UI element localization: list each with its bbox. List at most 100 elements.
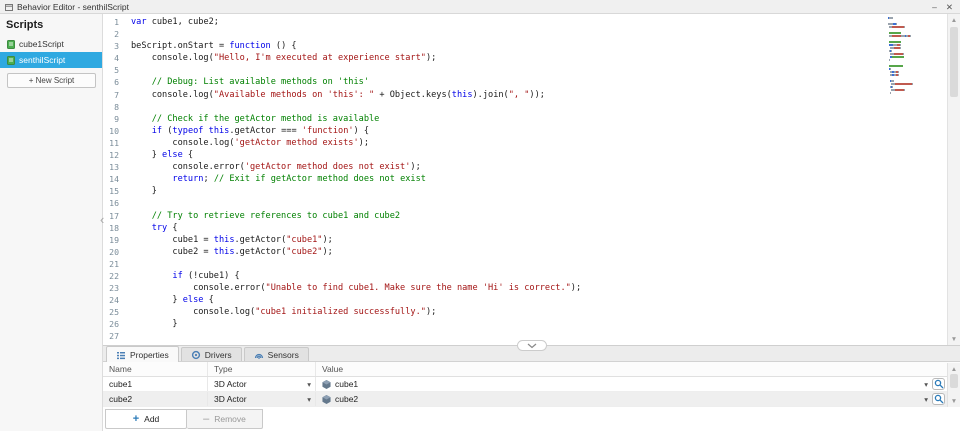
- code-line: 4 console.log("Hello, I'm executed at ex…: [103, 52, 947, 64]
- panel-scrollbar[interactable]: ▲ ▼: [947, 363, 960, 407]
- minimize-button[interactable]: –: [932, 1, 937, 13]
- scrollbar-thumb[interactable]: [950, 27, 958, 97]
- line-number: 17: [109, 210, 119, 221]
- plus-icon: +: [132, 413, 140, 425]
- drivers-icon: [191, 350, 201, 360]
- code-line: 24 } else {: [103, 294, 947, 306]
- new-script-button[interactable]: + New Script: [7, 73, 96, 88]
- line-number: 24: [109, 295, 119, 306]
- scroll-down-icon[interactable]: ▼: [948, 395, 960, 407]
- value-dropdown-value: cube1: [335, 379, 359, 389]
- code-line: 5: [103, 64, 947, 76]
- type-dropdown[interactable]: 3D Actor ▾: [214, 394, 315, 404]
- panel-actions: + Add – Remove: [103, 409, 960, 429]
- scroll-up-icon[interactable]: ▲: [948, 14, 960, 26]
- code-line: 10 if (typeof this.getActor === 'functio…: [103, 125, 947, 137]
- pick-actor-button[interactable]: [932, 378, 945, 390]
- panel-collapse-handle[interactable]: [516, 340, 547, 351]
- properties-panel: Properties Drivers Sensors Name Type Value…: [103, 345, 960, 431]
- line-number: 23: [109, 283, 119, 294]
- value-dropdown[interactable]: cube2 ▾: [322, 394, 928, 404]
- line-number: 19: [109, 234, 119, 245]
- row-value-cell: cube1 ▾: [316, 377, 945, 391]
- tab-label: Properties: [130, 349, 169, 360]
- chevron-down-icon: ▾: [924, 379, 928, 389]
- sidebar-item-cube1Script[interactable]: cube1Script: [0, 36, 102, 52]
- editor-scrollbar[interactable]: ▲ ▼: [947, 14, 960, 345]
- line-number: 22: [109, 270, 119, 281]
- titlebar: Behavior Editor - senthilScript – ✕: [0, 0, 960, 14]
- app-window-icon: [5, 3, 13, 11]
- code-line-text: console.log("Available methods on 'this'…: [131, 89, 545, 100]
- code-line: 9 // Check if the getActor method is ava…: [103, 113, 947, 125]
- pick-actor-button[interactable]: [932, 393, 945, 405]
- row-type-cell: 3D Actor ▾: [208, 377, 316, 391]
- line-number: 18: [109, 222, 119, 233]
- code-line: 2: [103, 28, 947, 40]
- value-dropdown-value: cube2: [335, 394, 359, 404]
- code-line-text: try {: [151, 222, 178, 233]
- row-value-cell: cube2 ▾: [316, 392, 945, 406]
- remove-button[interactable]: – Remove: [187, 409, 263, 429]
- add-button-label: Add: [144, 414, 160, 424]
- line-number: 3: [114, 41, 119, 52]
- line-number: 13: [109, 162, 119, 173]
- minimap[interactable]: [888, 17, 914, 98]
- line-number: 25: [109, 307, 119, 318]
- code-line: 13 console.error('getActor method does n…: [103, 161, 947, 173]
- code-line-text: cube2 = this.getActor("cube2");: [131, 246, 333, 257]
- sidebar-collapse-handle[interactable]: ‹: [100, 212, 104, 227]
- tab-properties[interactable]: Properties: [106, 346, 179, 362]
- code-line: 14 return; // Exit if getActor method do…: [103, 173, 947, 185]
- table-row[interactable]: cube1 3D Actor ▾ cube1 ▾: [103, 377, 960, 392]
- value-dropdown[interactable]: cube1 ▾: [322, 379, 928, 389]
- table-row[interactable]: cube2 3D Actor ▾ cube2 ▾: [103, 392, 960, 407]
- code-line-text: }: [131, 186, 157, 197]
- script-icon: [7, 39, 15, 49]
- row-name-cell: cube1: [103, 377, 208, 391]
- code-line: 25 console.log("cube1 initialized succes…: [103, 306, 947, 318]
- script-list: cube1Script senthilScript: [0, 36, 102, 68]
- column-header-name: Name: [103, 362, 208, 376]
- sidebar-title: Scripts: [6, 19, 44, 31]
- tab-label: Drivers: [204, 349, 232, 360]
- code-line-text: if (!cube1) {: [172, 270, 240, 281]
- code-line-text: cube1 = this.getActor("cube1");: [131, 234, 333, 245]
- close-button[interactable]: ✕: [946, 1, 953, 13]
- script-label: cube1Script: [19, 39, 64, 49]
- scroll-down-icon[interactable]: ▼: [948, 333, 960, 345]
- code-line: 8: [103, 101, 947, 113]
- code-line: 23 console.error("Unable to find cube1. …: [103, 282, 947, 294]
- tab-label: Sensors: [267, 349, 299, 360]
- code-line-text: var cube1, cube2;: [131, 17, 219, 27]
- code-line-text: } else {: [131, 295, 214, 306]
- code-line-text: // Try to retrieve references to cube1 a…: [131, 210, 401, 221]
- type-dropdown[interactable]: 3D Actor ▾: [214, 379, 315, 389]
- magnifier-icon: [934, 379, 944, 389]
- code-line-text: beScript.onStart = function () {: [131, 41, 297, 52]
- scripts-sidebar: Scripts cube1Script senthilScript + New S…: [0, 14, 103, 431]
- scrollbar-thumb[interactable]: [950, 374, 958, 388]
- tab-sensors[interactable]: Sensors: [243, 347, 309, 361]
- code-line-text: return; // Exit if getActor method does …: [172, 174, 426, 185]
- code-line: 12 } else {: [103, 149, 947, 161]
- sidebar-item-senthilScript[interactable]: senthilScript: [0, 52, 102, 68]
- code-editor[interactable]: 1 var cube1, cube2; 2 3 beScript.onStart = f…: [100, 14, 960, 351]
- code-area[interactable]: 1 var cube1, cube2; 2 3 beScript.onStart = f…: [103, 16, 947, 345]
- code-line: 17 // Try to retrieve references to cube…: [103, 210, 947, 222]
- code-line-text: console.error('getActor method does not …: [131, 162, 421, 173]
- line-number: 7: [114, 89, 119, 100]
- line-number: 15: [109, 186, 119, 197]
- chevron-down-icon: [527, 343, 537, 349]
- code-line: 3 beScript.onStart = function () {: [103, 40, 947, 52]
- chevron-down-icon: ▾: [924, 394, 928, 404]
- row-name-cell: cube2: [103, 392, 208, 406]
- line-number: 6: [114, 77, 119, 88]
- line-number: 16: [109, 198, 119, 209]
- add-button[interactable]: + Add: [105, 409, 187, 429]
- line-number: 2: [114, 29, 119, 40]
- line-number: 8: [114, 101, 119, 112]
- cube-icon: [322, 379, 331, 389]
- code-line: 19 cube1 = this.getActor("cube1");: [103, 234, 947, 246]
- tab-drivers[interactable]: Drivers: [180, 347, 242, 361]
